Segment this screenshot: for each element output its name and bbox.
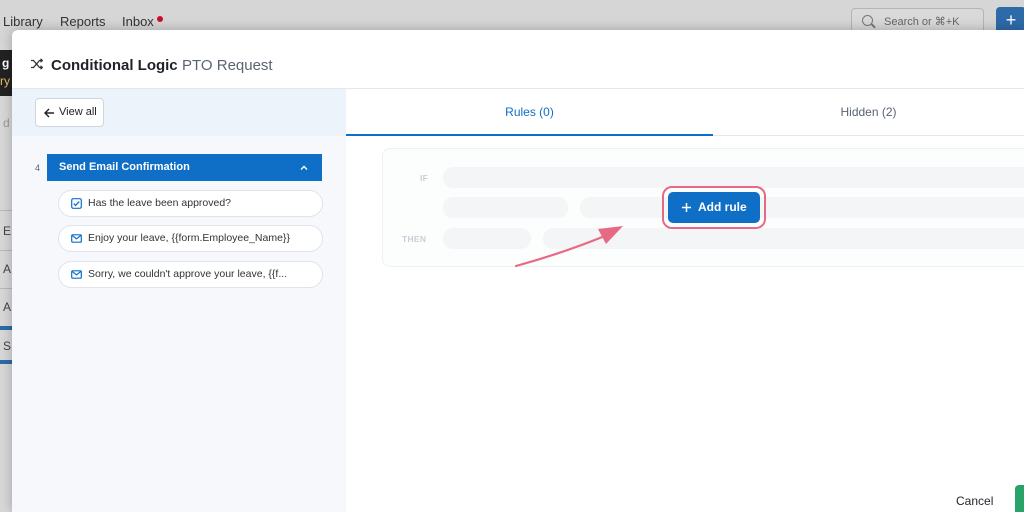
- action-placeholder: [443, 228, 531, 249]
- inbox-badge-dot: [157, 16, 163, 22]
- add-rule-label: Add rule: [698, 200, 747, 214]
- then-label: THEN: [402, 234, 427, 244]
- bg-fragment: A: [3, 262, 12, 276]
- modal-title: Conditional Logic: [51, 57, 178, 74]
- bg-fragment: ry: [0, 74, 10, 88]
- value-placeholder: [580, 197, 1024, 218]
- action-label: Sorry, we couldn't approve your leave, {…: [88, 268, 288, 280]
- shuffle-icon: [31, 58, 44, 70]
- modal-subtitle: PTO Request: [182, 57, 273, 74]
- cancel-button[interactable]: Cancel: [956, 494, 993, 508]
- action-label: Has the leave been approved?: [88, 197, 232, 209]
- tab-hidden[interactable]: Hidden (2): [713, 89, 1024, 136]
- nav-inbox[interactable]: Inbox: [122, 14, 154, 29]
- envelope-icon: [71, 270, 82, 279]
- conditional-logic-modal: Conditional Logic PTO Request View all 4…: [12, 30, 1024, 512]
- bg-divider: [0, 210, 12, 211]
- step-send-email-confirmation[interactable]: Send Email Confirmation: [47, 154, 322, 181]
- tab-rules[interactable]: Rules (0): [346, 89, 713, 136]
- bg-fragment: S: [3, 339, 12, 353]
- step-label: Send Email Confirmation: [59, 161, 190, 173]
- action-item-sorry-email[interactable]: Sorry, we couldn't approve your leave, {…: [58, 261, 323, 288]
- bg-fragment: d: [3, 116, 10, 130]
- chevron-up-icon[interactable]: [300, 164, 308, 172]
- view-all-label: View all: [59, 106, 97, 118]
- condition-placeholder: [443, 167, 1024, 188]
- background-dark-item: g ry: [0, 50, 12, 96]
- arrow-left-icon: [44, 108, 54, 118]
- save-button[interactable]: [1015, 485, 1024, 512]
- target-placeholder: [543, 228, 1024, 249]
- sidebar-toolbar: View all: [12, 89, 346, 136]
- add-rule-button[interactable]: Add rule: [668, 192, 760, 223]
- action-item-enjoy-leave-email[interactable]: Enjoy your leave, {{form.Employee_Name}}: [58, 225, 323, 252]
- plus-icon: [682, 203, 691, 212]
- background-list: [0, 44, 12, 512]
- bg-fragment: A: [3, 300, 12, 314]
- if-label: IF: [420, 173, 429, 183]
- bg-selection-bar: [0, 326, 12, 330]
- bg-fragment: E: [3, 224, 12, 238]
- bg-fragment: g: [2, 56, 10, 70]
- view-all-button[interactable]: View all: [35, 98, 104, 127]
- action-label: Enjoy your leave, {{form.Employee_Name}}: [88, 232, 290, 244]
- search-placeholder: Search or ⌘+K: [884, 16, 960, 28]
- action-item-approval-check[interactable]: Has the leave been approved?: [58, 190, 323, 217]
- step-number: 4: [35, 163, 41, 173]
- bg-divider: [0, 288, 12, 289]
- envelope-icon: [71, 234, 82, 243]
- nav-reports[interactable]: Reports: [60, 14, 106, 29]
- nav-library[interactable]: Library: [3, 14, 43, 29]
- bg-divider: [0, 250, 12, 251]
- logic-sidebar: View all 4 Send Email Confirmation Has t…: [12, 89, 346, 512]
- bg-selection-bar: [0, 360, 12, 364]
- search-icon: [862, 15, 873, 26]
- operator-placeholder: [443, 197, 568, 218]
- modal-header: Conditional Logic PTO Request: [12, 30, 1024, 89]
- checkbox-icon: [71, 198, 82, 209]
